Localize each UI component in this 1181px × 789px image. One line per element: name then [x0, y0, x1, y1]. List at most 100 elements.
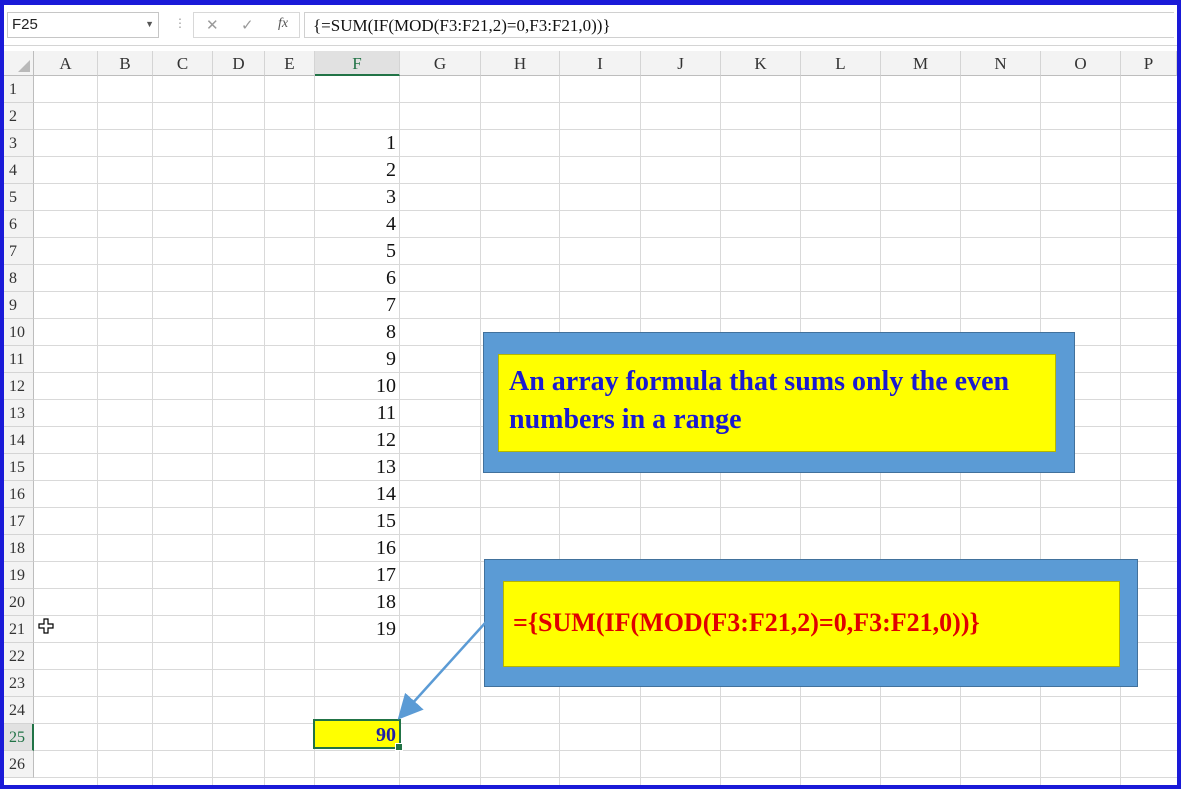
gridline-col — [212, 76, 213, 785]
gridline-row — [34, 129, 1177, 130]
insert-function-icon[interactable]: fx — [278, 16, 288, 32]
selected-cell-f25[interactable]: 90 — [313, 719, 403, 751]
column-header-e[interactable]: E — [265, 51, 315, 76]
cell-f20[interactable]: 18 — [316, 591, 396, 614]
cell-f9[interactable]: 7 — [316, 294, 396, 317]
gridline-row — [34, 264, 1177, 265]
formula-callout-body: ={SUM(IF(MOD(F3:F21,2)=0,F3:F21,0))} — [503, 581, 1120, 667]
row-header-22[interactable]: 22 — [4, 643, 34, 670]
row-header-19[interactable]: 19 — [4, 562, 34, 589]
row-header-14[interactable]: 14 — [4, 427, 34, 454]
row-header-1[interactable]: 1 — [4, 76, 34, 103]
cell-f13[interactable]: 11 — [316, 402, 396, 425]
row-header-10[interactable]: 10 — [4, 319, 34, 346]
column-header-k[interactable]: K — [721, 51, 801, 76]
cell-cursor-icon — [38, 618, 54, 634]
row-header-2[interactable]: 2 — [4, 103, 34, 130]
gridline-row — [34, 318, 1177, 319]
select-all-button[interactable] — [4, 51, 34, 76]
formula-callout[interactable]: ={SUM(IF(MOD(F3:F21,2)=0,F3:F21,0))} — [484, 559, 1138, 687]
gridline-col — [152, 76, 153, 785]
row-header-15[interactable]: 15 — [4, 454, 34, 481]
cell-f16[interactable]: 14 — [316, 483, 396, 506]
cell-f4[interactable]: 2 — [316, 159, 396, 182]
gridline-col — [264, 76, 265, 785]
row-header-9[interactable]: 9 — [4, 292, 34, 319]
column-header-d[interactable]: D — [213, 51, 265, 76]
row-header-26[interactable]: 26 — [4, 751, 34, 778]
row-header-21[interactable]: 21 — [4, 616, 34, 643]
gridline-row — [34, 750, 1177, 751]
cell-f21[interactable]: 19 — [316, 618, 396, 641]
cell-f14[interactable]: 12 — [316, 429, 396, 452]
formula-buttons: ✕ ✓ fx — [193, 12, 300, 38]
cell-f7[interactable]: 5 — [316, 240, 396, 263]
gridline-col — [399, 76, 400, 785]
gridline-row — [34, 480, 1177, 481]
cell-f15[interactable]: 13 — [316, 456, 396, 479]
more-options-icon[interactable]: ⋮ — [174, 16, 186, 30]
gridline-row — [34, 723, 1177, 724]
gridline-col — [480, 76, 481, 785]
gridline-row — [34, 210, 1177, 211]
formula-input[interactable]: {=SUM(IF(MOD(F3:F21,2)=0,F3:F21,0))} — [304, 12, 1174, 38]
row-header-8[interactable]: 8 — [4, 265, 34, 292]
cell-f5[interactable]: 3 — [316, 186, 396, 209]
column-header-a[interactable]: A — [34, 51, 98, 76]
enter-icon[interactable]: ✓ — [241, 16, 254, 34]
row-header-13[interactable]: 13 — [4, 400, 34, 427]
chevron-down-icon[interactable]: ▼ — [145, 19, 154, 29]
gridline-row — [34, 291, 1177, 292]
row-header-17[interactable]: 17 — [4, 508, 34, 535]
row-header-11[interactable]: 11 — [4, 346, 34, 373]
column-header-m[interactable]: M — [881, 51, 961, 76]
column-header-h[interactable]: H — [481, 51, 560, 76]
row-header-16[interactable]: 16 — [4, 481, 34, 508]
result-value: 90 — [376, 724, 396, 746]
column-header-b[interactable]: B — [98, 51, 153, 76]
column-header-l[interactable]: L — [801, 51, 881, 76]
cell-f12[interactable]: 10 — [316, 375, 396, 398]
column-header-n[interactable]: N — [961, 51, 1041, 76]
row-header-7[interactable]: 7 — [4, 238, 34, 265]
formula-text: {=SUM(IF(MOD(F3:F21,2)=0,F3:F21,0))} — [313, 16, 611, 35]
cell-f17[interactable]: 15 — [316, 510, 396, 533]
column-header-c[interactable]: C — [153, 51, 213, 76]
row-header-5[interactable]: 5 — [4, 184, 34, 211]
gridline-row — [34, 696, 1177, 697]
cell-f10[interactable]: 8 — [316, 321, 396, 344]
name-box[interactable]: F25 ▼ — [7, 12, 159, 38]
gridline-row — [34, 777, 1177, 778]
row-header-4[interactable]: 4 — [4, 157, 34, 184]
column-header-g[interactable]: G — [400, 51, 481, 76]
cell-f3[interactable]: 1 — [316, 132, 396, 155]
column-header-o[interactable]: O — [1041, 51, 1121, 76]
cell-f11[interactable]: 9 — [316, 348, 396, 371]
gridline-row — [34, 102, 1177, 103]
cell-f8[interactable]: 6 — [316, 267, 396, 290]
name-box-value: F25 — [12, 16, 38, 33]
fill-handle[interactable] — [395, 743, 403, 751]
row-header-20[interactable]: 20 — [4, 589, 34, 616]
description-callout[interactable]: An array formula that sums only the even… — [483, 332, 1075, 473]
description-text: An array formula that sums only the even… — [509, 366, 1010, 435]
cancel-icon[interactable]: ✕ — [206, 16, 219, 34]
row-header-18[interactable]: 18 — [4, 535, 34, 562]
row-header-23[interactable]: 23 — [4, 670, 34, 697]
gridline-col — [314, 76, 315, 785]
row-header-12[interactable]: 12 — [4, 373, 34, 400]
column-header-f[interactable]: F — [315, 51, 400, 76]
description-callout-body: An array formula that sums only the even… — [498, 354, 1056, 452]
row-header-6[interactable]: 6 — [4, 211, 34, 238]
row-header-3[interactable]: 3 — [4, 130, 34, 157]
cell-f6[interactable]: 4 — [316, 213, 396, 236]
row-header-24[interactable]: 24 — [4, 697, 34, 724]
column-header-p[interactable]: P — [1121, 51, 1177, 76]
column-header-i[interactable]: I — [560, 51, 641, 76]
gridline-row — [34, 534, 1177, 535]
cell-f19[interactable]: 17 — [316, 564, 396, 587]
column-header-j[interactable]: J — [641, 51, 721, 76]
row-header-25[interactable]: 25 — [4, 724, 34, 751]
cell-f18[interactable]: 16 — [316, 537, 396, 560]
formula-bar: F25 ▼ ⋮ ✕ ✓ fx {=SUM(IF(MOD(F3:F21,2)=0,… — [4, 5, 1177, 46]
